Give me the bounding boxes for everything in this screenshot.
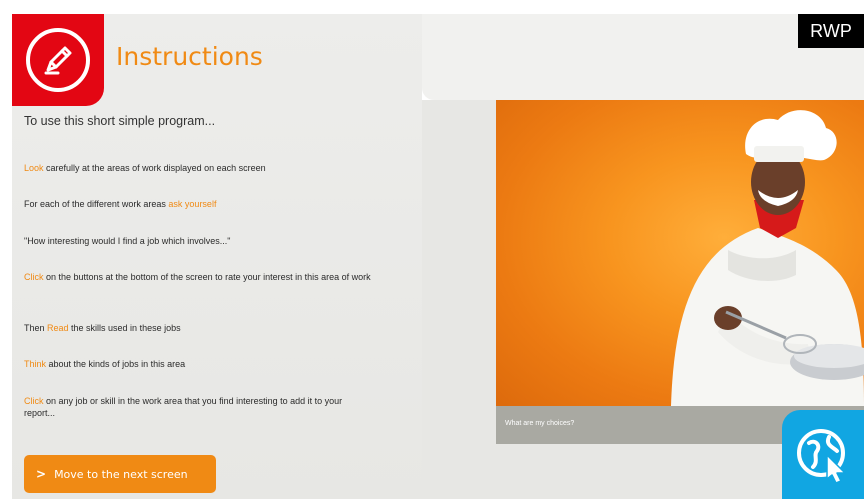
step-think: Think about the kinds of jobs in this ar… (24, 358, 384, 370)
step-highlight: Click (24, 396, 44, 406)
step-highlight: ask yourself (168, 199, 217, 209)
page-title: Instructions (116, 42, 263, 71)
next-screen-button[interactable]: > Move to the next screen (24, 455, 216, 493)
intro-text: To use this short simple program... (24, 114, 216, 128)
step-click-rate: Click on the buttons at the bottom of th… (24, 271, 374, 283)
next-screen-label: Move to the next screen (54, 467, 188, 481)
step-highlight: Look (24, 163, 44, 173)
step-text: "How interesting would I find a job whic… (24, 236, 231, 246)
step-text: the skills used in these jobs (68, 323, 181, 333)
step-highlight: Click (24, 272, 44, 282)
step-highlight: Think (24, 359, 47, 369)
step-highlight: Read (47, 323, 69, 333)
step-text: on the buttons at the bottom of the scre… (43, 272, 371, 282)
globe-cursor-icon (797, 428, 846, 484)
logo-tile (12, 14, 104, 106)
step-look: Look carefully at the areas of work disp… (24, 162, 384, 174)
step-ask-yourself: For each of the different work areas ask… (24, 198, 384, 210)
chevron-right-icon: > (36, 467, 47, 481)
step-text: about the kinds of jobs in this area (46, 359, 186, 369)
pencil-icon (44, 46, 72, 75)
step-read: Then Read the skills used in these jobs (24, 322, 384, 334)
photo-caption: What are my choices? (505, 420, 575, 427)
step-prefix: Then (24, 323, 48, 333)
chef-illustration (671, 110, 864, 406)
step-text: carefully at the areas of work displayed… (43, 163, 266, 173)
top-strip (0, 0, 864, 14)
step-text: on any job or skill in the work area tha… (24, 396, 343, 418)
step-click-add: Click on any job or skill in the work ar… (24, 395, 369, 419)
rwp-badge: RWP (798, 14, 864, 48)
chef-photo (496, 100, 864, 406)
globe-cursor-button[interactable] (782, 410, 864, 499)
logo-circle (26, 28, 90, 92)
step-prefix: For each of the different work areas (24, 199, 169, 209)
step-question: "How interesting would I find a job whic… (24, 235, 384, 247)
